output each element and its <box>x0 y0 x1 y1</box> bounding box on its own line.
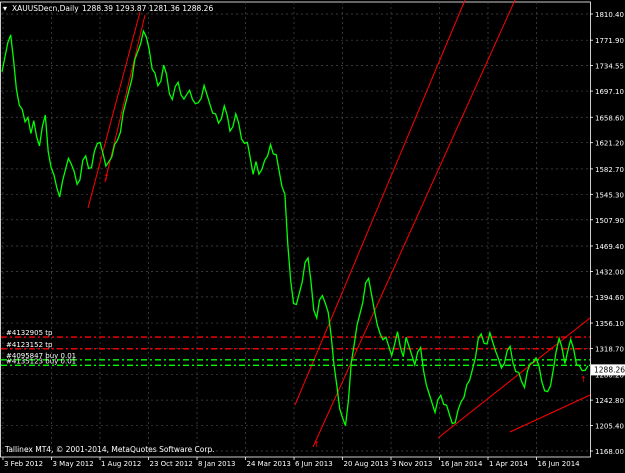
header-dropdown-icon[interactable]: ▾ <box>3 4 7 13</box>
y-tick-label: 1697.10 <box>595 88 624 96</box>
order-label: #4123152 tp <box>6 341 53 349</box>
price-chart[interactable]: #4132905 tp#4123152 tp#4095847 buy 0.01#… <box>0 0 625 469</box>
x-tick-label: 16 Jan 2014 <box>441 460 484 468</box>
price-chart-window[interactable]: #4132905 tp #4123152 tp #4095847 buy 0.01 #… <box>0 0 625 469</box>
y-tick-label: 1432.00 <box>595 268 624 276</box>
y-tick-label: 1810.40 <box>595 11 624 19</box>
x-tick-label: 3 May 2012 <box>53 460 94 468</box>
y-tick-label: 1469.40 <box>595 243 624 251</box>
chart-header: ▾ XAUUSDecn,Daily 1288.39 1293.87 1281.3… <box>3 4 213 13</box>
order-label: #4132905 tp <box>6 329 53 337</box>
copyright-text: Tallinex MT4, © 2001-2014, MetaQuotes So… <box>4 445 215 454</box>
order-label: #4135123 buy 0.01 <box>6 357 76 365</box>
y-tick-label: 1394.60 <box>595 294 624 302</box>
y-tick-label: 1582.70 <box>595 166 624 174</box>
y-tick-label: 1621.20 <box>595 140 624 148</box>
x-tick-label: 23 Oct 2012 <box>150 460 193 468</box>
y-tick-label: 1771.90 <box>595 37 624 45</box>
x-tick-label: 1 Apr 2014 <box>489 460 528 468</box>
x-tick-label: 16 Jun 2014 <box>538 460 581 468</box>
x-tick-label: 3 Nov 2013 <box>392 460 432 468</box>
y-tick-label: 1168.00 <box>595 448 624 456</box>
y-tick-label: 1242.80 <box>595 397 624 405</box>
svg-text:1288.26: 1288.26 <box>594 365 625 374</box>
x-tick-label: 20 Aug 2013 <box>344 460 389 468</box>
ohlc-values: 1288.39 1293.87 1281.36 1288.26 <box>82 4 213 13</box>
y-tick-label: 1545.30 <box>595 191 624 199</box>
y-tick-label: 1205.40 <box>595 423 624 431</box>
x-tick-label: 24 Mar 2013 <box>247 460 291 468</box>
x-tick-label: 3 Feb 2012 <box>4 460 43 468</box>
y-tick-label: 1318.70 <box>595 345 624 353</box>
symbol-label: XAUUSDecn,Daily <box>12 4 79 13</box>
x-tick-label: 6 Jun 2013 <box>295 460 333 468</box>
y-tick-label: 1734.55 <box>595 63 624 71</box>
y-tick-label: 1507.90 <box>595 217 624 225</box>
buy-arrow-marker: ↑ <box>313 440 320 449</box>
current-price-tag: 1288.26 <box>591 364 625 376</box>
buy-arrow-marker: ↑ <box>580 375 587 384</box>
y-tick-label: 1356.10 <box>595 320 624 328</box>
x-tick-label: 1 Aug 2012 <box>101 460 141 468</box>
y-tick-label: 1658.60 <box>595 114 624 122</box>
x-tick-label: 8 Jan 2013 <box>198 460 236 468</box>
buy-arrow-marker: ↑ <box>103 173 110 182</box>
